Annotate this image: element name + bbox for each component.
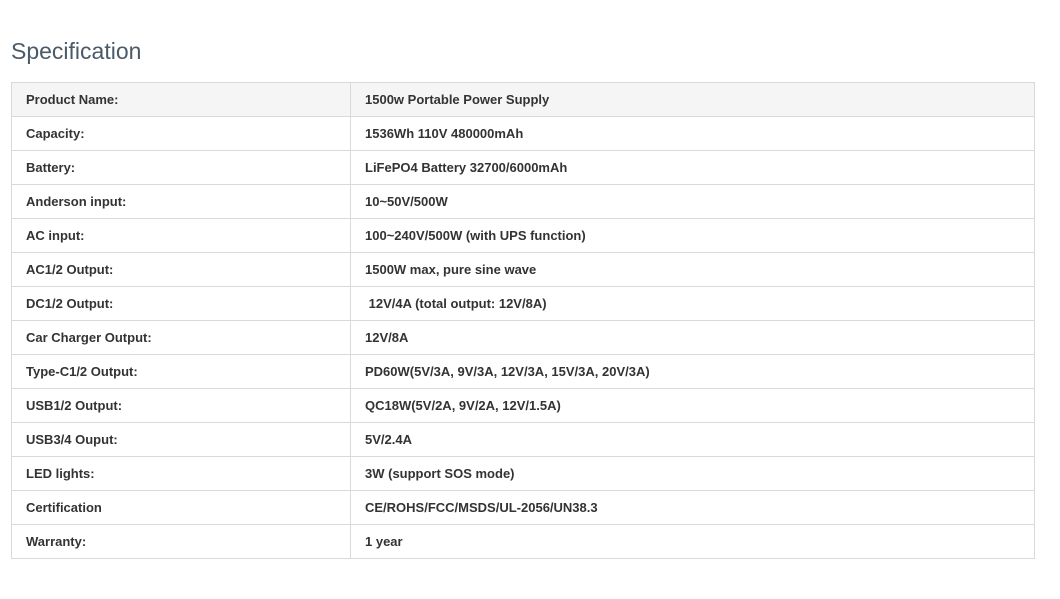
page-title: Specification: [11, 38, 142, 64]
table-row: USB3/4 Ouput: 5V/2.4A: [11, 422, 1035, 457]
spec-value: PD60W(5V/3A, 9V/3A, 12V/3A, 15V/3A, 20V/…: [350, 354, 1035, 389]
spec-value: 12V/8A: [350, 320, 1035, 355]
table-row: Warranty: 1 year: [11, 524, 1035, 559]
table-row: Car Charger Output: 12V/8A: [11, 320, 1035, 355]
spec-label: Type-C1/2 Output:: [11, 354, 351, 389]
spec-label: LED lights:: [11, 456, 351, 491]
spec-label: Anderson input:: [11, 184, 351, 219]
table-row: AC input: 100~240V/500W (with UPS functi…: [11, 218, 1035, 253]
spec-value: 10~50V/500W: [350, 184, 1035, 219]
table-row: LED lights: 3W (support SOS mode): [11, 456, 1035, 491]
table-row: DC1/2 Output: 12V/4A (total output: 12V/…: [11, 286, 1035, 321]
table-row: Capacity: 1536Wh 110V 480000mAh: [11, 116, 1035, 151]
spec-value: 1 year: [350, 524, 1035, 559]
spec-value: LiFePO4 Battery 32700/6000mAh: [350, 150, 1035, 185]
spec-value: 100~240V/500W (with UPS function): [350, 218, 1035, 253]
table-row: Certification CE/ROHS/FCC/MSDS/UL-2056/U…: [11, 490, 1035, 525]
spec-value: 1500W max, pure sine wave: [350, 252, 1035, 287]
spec-value: 12V/4A (total output: 12V/8A): [350, 286, 1035, 321]
table-row: Battery: LiFePO4 Battery 32700/6000mAh: [11, 150, 1035, 185]
spec-label: Capacity:: [11, 116, 351, 151]
spec-label: Battery:: [11, 150, 351, 185]
specification-table: Product Name: 1500w Portable Power Suppl…: [11, 82, 1035, 559]
spec-label: Certification: [11, 490, 351, 525]
spec-value: 3W (support SOS mode): [350, 456, 1035, 491]
spec-label: AC input:: [11, 218, 351, 253]
spec-label: USB1/2 Output:: [11, 388, 351, 423]
spec-value: QC18W(5V/2A, 9V/2A, 12V/1.5A): [350, 388, 1035, 423]
spec-value: 5V/2.4A: [350, 422, 1035, 457]
spec-value: 1536Wh 110V 480000mAh: [350, 116, 1035, 151]
spec-value: CE/ROHS/FCC/MSDS/UL-2056/UN38.3: [350, 490, 1035, 525]
table-row: Anderson input: 10~50V/500W: [11, 184, 1035, 219]
spec-label: Warranty:: [11, 524, 351, 559]
spec-label: AC1/2 Output:: [11, 252, 351, 287]
spec-label: DC1/2 Output:: [11, 286, 351, 321]
spec-label: Car Charger Output:: [11, 320, 351, 355]
spec-label: Product Name:: [11, 82, 351, 117]
spec-label: USB3/4 Ouput:: [11, 422, 351, 457]
table-row: USB1/2 Output: QC18W(5V/2A, 9V/2A, 12V/1…: [11, 388, 1035, 423]
spec-value: 1500w Portable Power Supply: [350, 82, 1035, 117]
table-row: AC1/2 Output: 1500W max, pure sine wave: [11, 252, 1035, 287]
table-row: Type-C1/2 Output: PD60W(5V/3A, 9V/3A, 12…: [11, 354, 1035, 389]
table-row: Product Name: 1500w Portable Power Suppl…: [11, 82, 1035, 117]
